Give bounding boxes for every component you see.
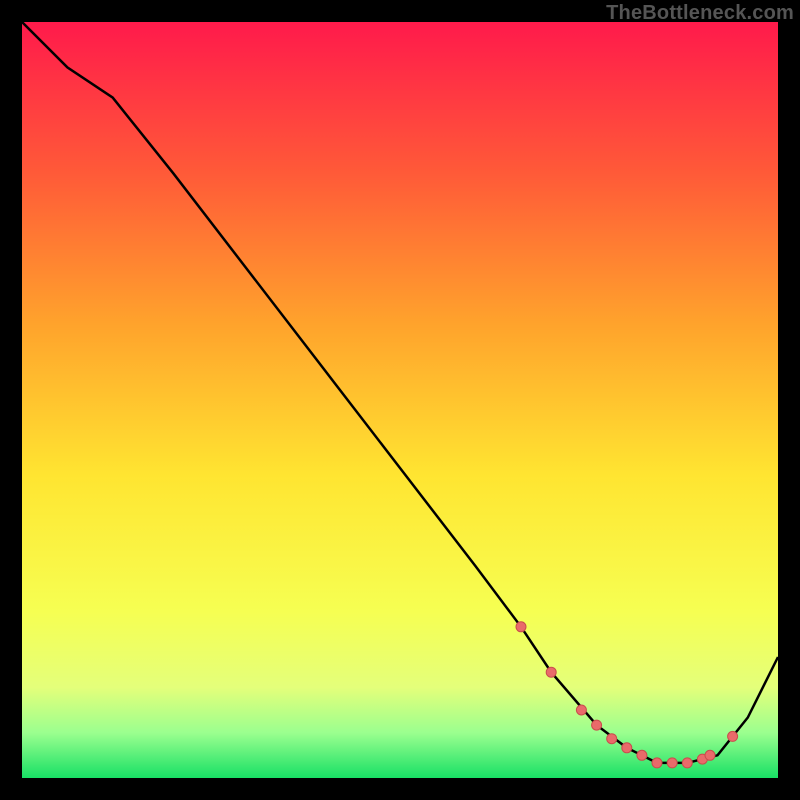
valley-marker (592, 720, 602, 730)
plot-area (22, 22, 778, 778)
chart-svg (22, 22, 778, 778)
chart-stage: TheBottleneck.com (0, 0, 800, 800)
valley-marker (652, 758, 662, 768)
valley-marker (576, 705, 586, 715)
valley-marker (622, 743, 632, 753)
valley-marker (637, 750, 647, 760)
valley-marker (728, 731, 738, 741)
valley-marker (705, 750, 715, 760)
valley-marker (546, 667, 556, 677)
valley-marker (682, 758, 692, 768)
valley-marker (607, 734, 617, 744)
valley-marker (667, 758, 677, 768)
valley-marker (516, 622, 526, 632)
gradient-background (22, 22, 778, 778)
